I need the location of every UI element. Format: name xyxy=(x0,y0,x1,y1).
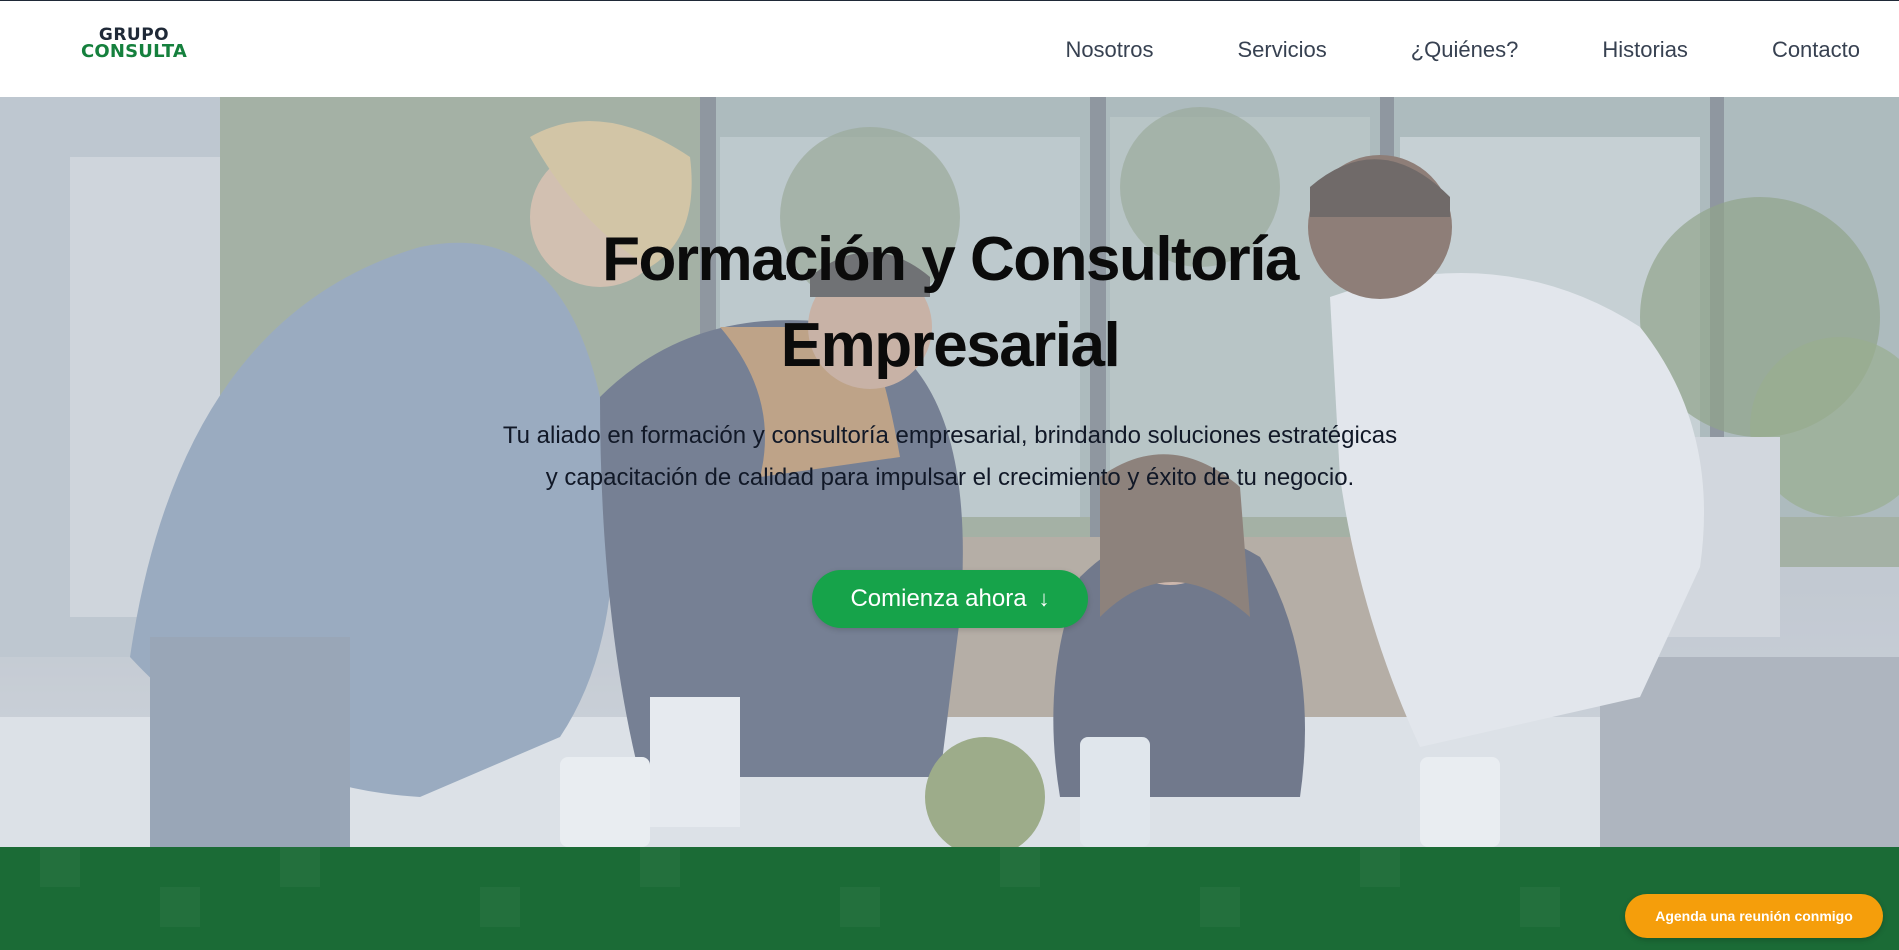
start-now-label: Comienza ahora xyxy=(850,585,1027,612)
pattern-tile xyxy=(1000,847,1040,887)
hero-title: Formación y Consultoría Empresarial xyxy=(450,217,1450,389)
nav-item-historias[interactable]: Historias xyxy=(1602,37,1688,63)
navbar: GRUPO CONSULTA Nosotros Servicios ¿Quién… xyxy=(0,1,1899,97)
arrow-down-icon: ↓ xyxy=(1038,586,1050,611)
pattern-tile xyxy=(160,887,200,927)
hero-subtitle-line1: Tu aliado en formación y consultoría emp… xyxy=(502,422,1398,449)
schedule-meeting-button[interactable]: Agenda una reunión conmigo xyxy=(1625,894,1883,938)
next-section-band xyxy=(0,847,1899,950)
hero-title-line1: Formación y Consultoría xyxy=(602,225,1299,294)
pattern-tile xyxy=(840,887,880,927)
main-nav: Nosotros Servicios ¿Quiénes? Historias C… xyxy=(1065,37,1860,63)
nav-item-nosotros[interactable]: Nosotros xyxy=(1065,37,1153,63)
logo-line2: CONSULTA xyxy=(80,41,188,62)
pattern-tile xyxy=(1200,887,1240,927)
hero-subtitle: Tu aliado en formación y consultoría emp… xyxy=(430,415,1470,499)
pattern-tile xyxy=(1360,847,1400,887)
pattern-tile xyxy=(40,847,80,887)
pattern-tile xyxy=(640,847,680,887)
pattern-tile xyxy=(280,847,320,887)
logo[interactable]: GRUPO CONSULTA xyxy=(79,27,189,62)
nav-item-servicios[interactable]: Servicios xyxy=(1237,37,1326,63)
pattern-tile xyxy=(1520,887,1560,927)
hero-subtitle-line2: y capacitación de calidad para impulsar … xyxy=(545,464,1355,491)
start-now-button[interactable]: Comienza ahora ↓ xyxy=(812,570,1088,628)
nav-item-quienes[interactable]: ¿Quiénes? xyxy=(1411,37,1519,63)
hero-section: Formación y Consultoría Empresarial Tu a… xyxy=(0,97,1899,847)
pattern-tile xyxy=(480,887,520,927)
hero-title-line2: Empresarial xyxy=(780,311,1121,380)
nav-item-contacto[interactable]: Contacto xyxy=(1772,37,1860,63)
